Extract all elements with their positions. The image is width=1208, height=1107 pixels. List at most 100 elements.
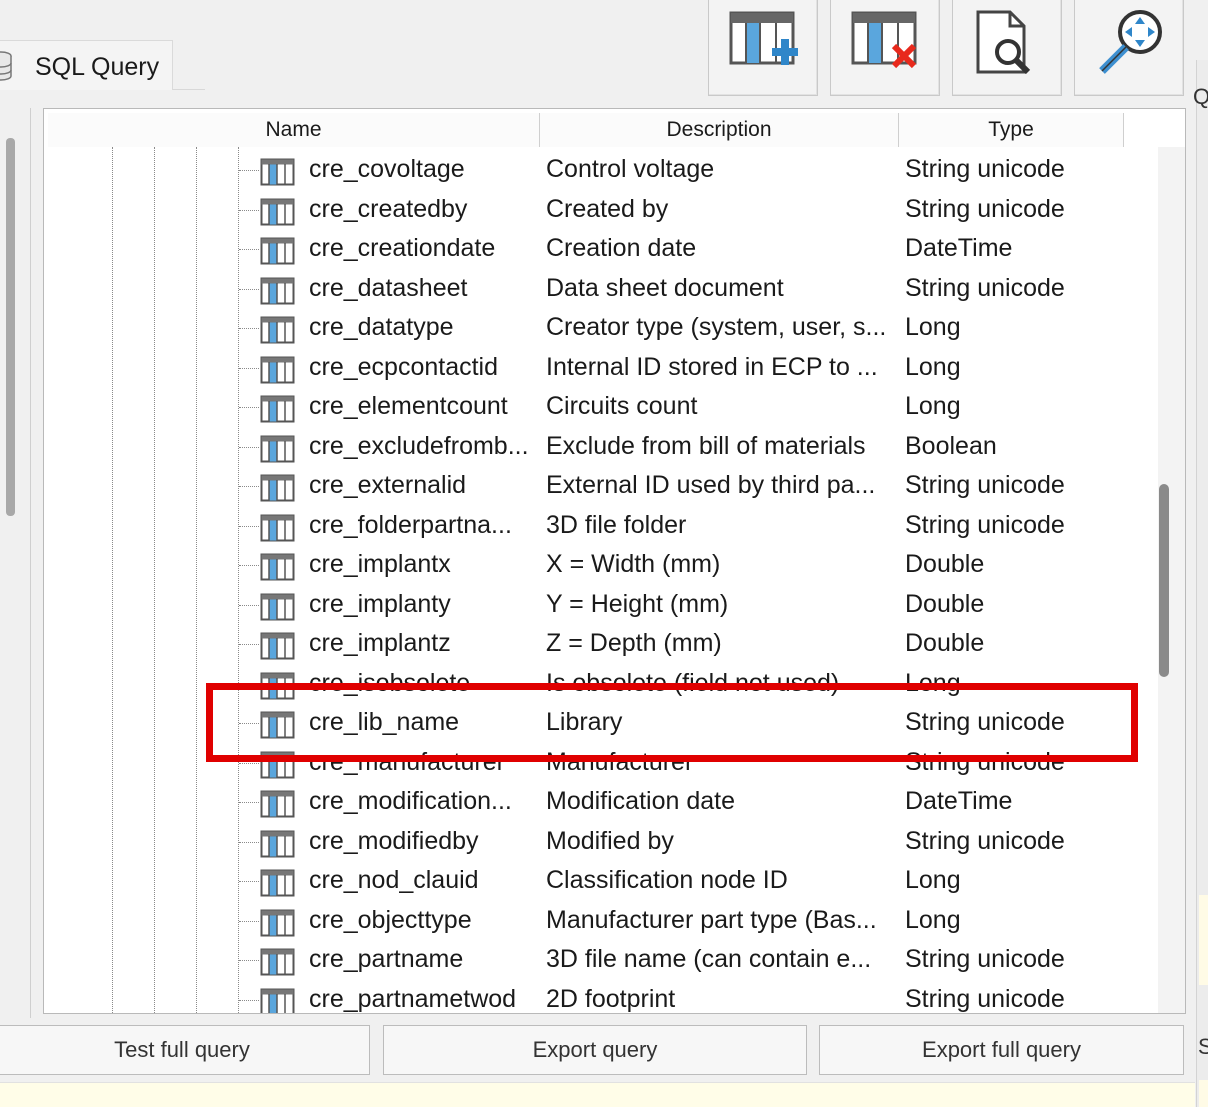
zoom-move-button[interactable] (1074, 0, 1184, 96)
tree-branch-line (239, 446, 259, 448)
preview-query-icon (976, 10, 1031, 74)
column-header-description[interactable]: Description (540, 113, 899, 147)
tree-row[interactable]: cre_partnametwod 2D footprint String unico… (44, 981, 1154, 1013)
sql-query-window: Qu S SQL Query (0, 0, 1208, 1107)
field-description: Y = Height (mm) (546, 589, 729, 618)
tree-branch-line (239, 525, 259, 527)
field-name: cre_isobsolete (309, 668, 471, 697)
test-full-query-button[interactable]: Test full query (0, 1025, 370, 1075)
tree-branch-line (239, 960, 259, 961)
tree-branch-line (239, 604, 259, 606)
tree-row[interactable]: cre_lib_name Library String unicode (44, 704, 1154, 743)
tree-branch-line (239, 644, 259, 645)
field-type: Long (905, 668, 961, 697)
table-column-icon (260, 869, 295, 897)
column-header-type[interactable]: Type (899, 113, 1124, 147)
field-type: Double (905, 589, 985, 618)
field-name: cre_ecpcontactid (309, 352, 499, 381)
status-bar (0, 1082, 1195, 1107)
left-panel-scrollbar[interactable] (6, 138, 15, 516)
field-description: Circuits count (546, 392, 698, 420)
table-column-icon (260, 988, 295, 1013)
tree-row[interactable]: cre_datatype Creator type (system, user, … (44, 309, 1154, 348)
table-column-icon (260, 711, 295, 739)
add-column-button[interactable] (708, 0, 818, 96)
remove-column-button[interactable] (830, 0, 940, 96)
tree-row[interactable]: cre_elementcount Circuits count Long (44, 388, 1154, 427)
tree-branch-line (239, 407, 259, 408)
field-name: cre_folderpartna... (309, 510, 512, 539)
field-name: cre_externalid (309, 471, 467, 499)
field-name: cre_datasheet (309, 273, 468, 302)
remove-column-icon (851, 11, 917, 69)
field-name: cre_createdby (309, 194, 468, 223)
tree-row[interactable]: cre_externalid External ID used by third … (44, 467, 1154, 506)
tree-row[interactable]: cre_createdby Created by String unicode (44, 191, 1154, 230)
table-column-icon (260, 395, 295, 423)
field-type: Long (905, 866, 961, 894)
tree-row[interactable]: cre_isobsolete Is obsolete (field not use… (44, 665, 1154, 704)
tree-row[interactable]: cre_modifiedby Modified by String unicode (44, 823, 1154, 862)
field-name: cre_nod_clauid (309, 866, 479, 894)
field-description: Exclude from bill of materials (546, 431, 866, 460)
field-name: cre_creationdate (309, 234, 496, 262)
field-name: cre_modification... (309, 787, 512, 815)
tree-row[interactable]: cre_excludefromb... Exclude from bill of … (44, 428, 1154, 467)
tab-sql-query[interactable]: SQL Query (0, 40, 173, 90)
table-column-icon (260, 751, 295, 778)
tree-branch-line (239, 762, 259, 764)
tree-row[interactable]: cre_implanty Y = Height (mm) Double (44, 586, 1154, 625)
tree-row[interactable]: cre_partname 3D file name (can contain e.… (44, 941, 1154, 980)
field-description: 3D file folder (546, 510, 687, 539)
column-header-name[interactable]: Name (48, 113, 540, 147)
field-type: Double (905, 629, 985, 657)
tree-row[interactable]: cre_manufacturer Manufacturer String unico… (44, 744, 1154, 783)
tree-branch-line (239, 723, 259, 724)
field-description: Internal ID stored in ECP to ... (546, 352, 878, 381)
tree-row[interactable]: cre_covoltage Control voltage String unico… (44, 151, 1154, 190)
database-icon (0, 51, 12, 81)
table-column-icon (260, 593, 295, 620)
table-column-icon (260, 672, 295, 699)
left-panel-divider (30, 108, 31, 1018)
tree-row[interactable]: cre_implantz Z = Depth (mm) Double (44, 625, 1154, 664)
field-description: Is obsolete (field not used) (546, 668, 840, 697)
tree-branch-line (239, 249, 259, 250)
tree-branch-line (239, 170, 259, 171)
field-name: cre_elementcount (309, 392, 508, 420)
field-description: Creation date (546, 234, 697, 262)
table-column-icon (260, 316, 295, 344)
field-type: Long (905, 392, 961, 420)
tree-row[interactable]: cre_ecpcontactid Internal ID stored in EC… (44, 349, 1154, 388)
tree-branch-line (239, 841, 259, 843)
tree-row[interactable]: cre_objecttype Manufacturer part type (Ba… (44, 902, 1154, 941)
tree-row[interactable]: cre_creationdate Creation date DateTime (44, 230, 1154, 269)
table-column-icon (260, 790, 295, 818)
field-type: String unicode (905, 708, 1065, 736)
field-tree-view[interactable]: Name Description Type cre_covoltage Contr… (43, 108, 1186, 1014)
tree-scrollbar-thumb[interactable] (1159, 484, 1169, 677)
tree-row[interactable]: cre_nod_clauid Classification node ID Long (44, 862, 1154, 901)
field-name: cre_lib_name (309, 708, 460, 736)
tree-row[interactable]: cre_folderpartna... 3D file folder String … (44, 507, 1154, 546)
export-full-query-button[interactable]: Export full query (819, 1025, 1184, 1075)
tree-row[interactable]: cre_modification... Modification date Date… (44, 783, 1154, 822)
field-type: String unicode (905, 155, 1065, 183)
field-name: cre_objecttype (309, 905, 472, 934)
tree-row[interactable]: cre_datasheet Data sheet document String u… (44, 270, 1154, 309)
field-type: Long (905, 313, 961, 341)
field-name: cre_modifiedby (309, 826, 479, 855)
field-name: cre_covoltage (309, 155, 465, 183)
export-query-button[interactable]: Export query (383, 1025, 807, 1075)
table-column-icon (260, 830, 295, 857)
tree-row[interactable]: cre_implantx X = Width (mm) Double (44, 546, 1154, 585)
field-description: Data sheet document (546, 273, 784, 302)
field-type: String unicode (905, 826, 1065, 855)
field-type: Double (905, 550, 985, 578)
field-type: String unicode (905, 273, 1065, 302)
preview-query-button[interactable] (952, 0, 1062, 96)
zoom-move-icon (1099, 10, 1162, 74)
field-name: cre_partnametwod (309, 984, 517, 1013)
table-column-icon (260, 948, 295, 976)
field-description: 2D footprint (546, 984, 676, 1013)
